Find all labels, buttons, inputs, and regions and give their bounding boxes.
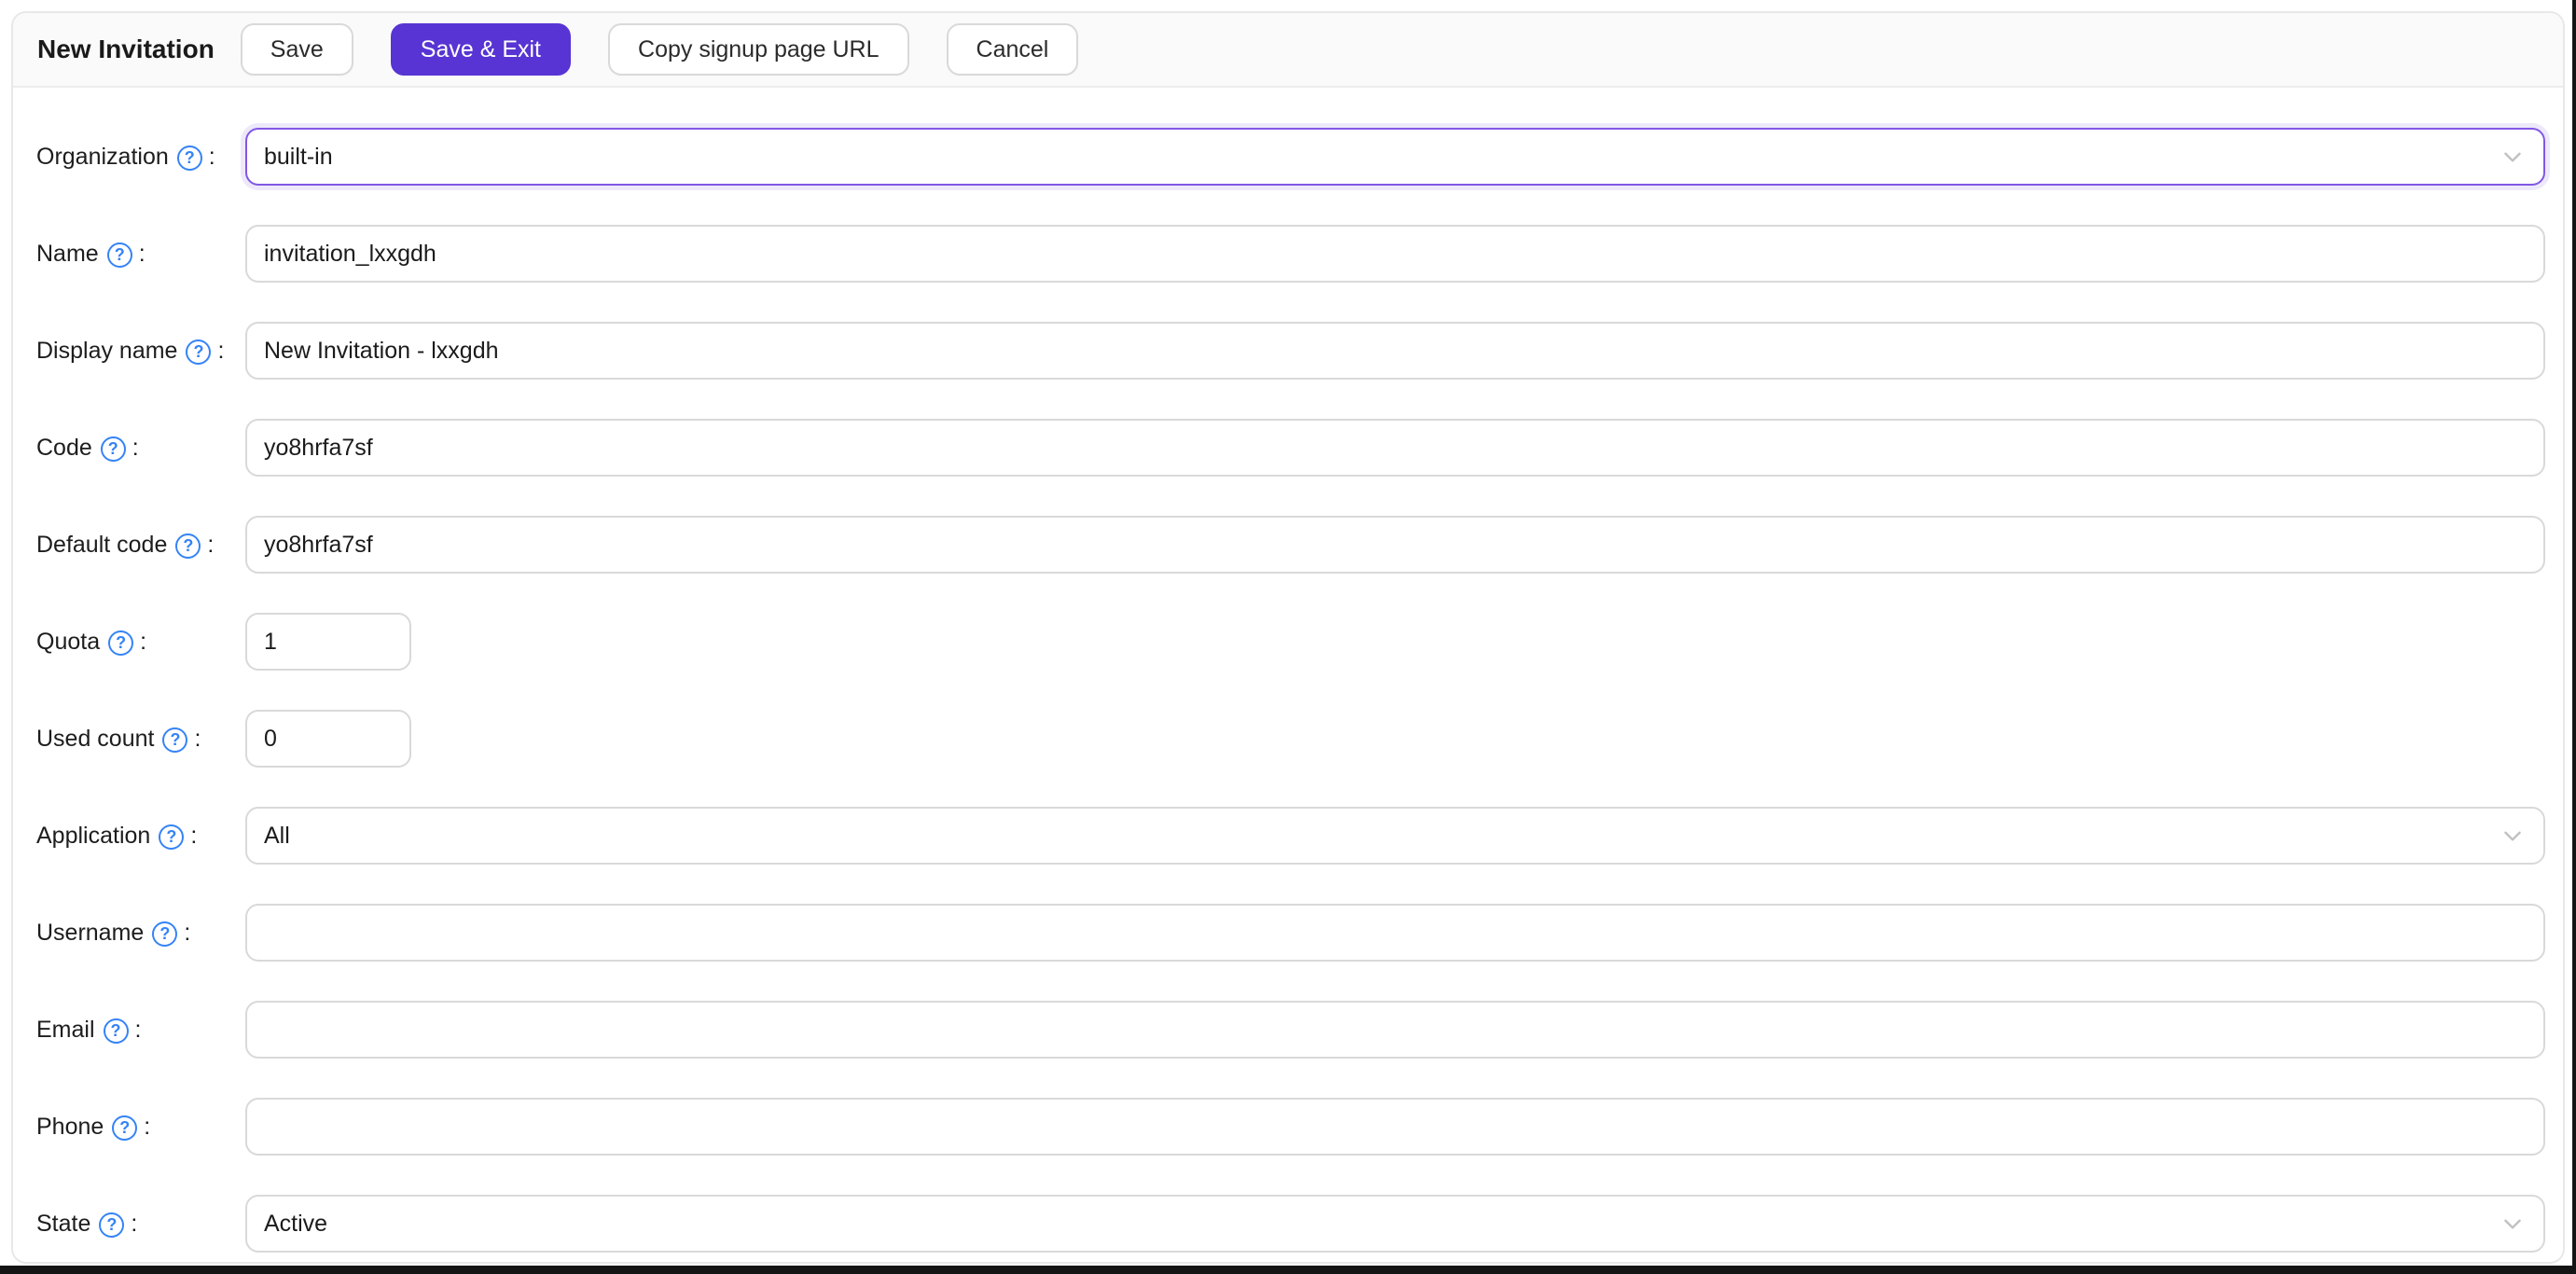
name-input[interactable] bbox=[245, 225, 2545, 283]
label-colon: : bbox=[190, 822, 198, 849]
field-row-quota: Quota ? : bbox=[13, 613, 2563, 671]
help-icon[interactable]: ? bbox=[176, 145, 202, 171]
field-row-default-code: Default code ? : bbox=[13, 516, 2563, 574]
field-label-cell: Display name ? : bbox=[36, 338, 245, 365]
field-label-cell: Username ? : bbox=[36, 920, 245, 947]
field-label-cell: Email ? : bbox=[36, 1017, 245, 1044]
field-row-display-name: Display name ? : bbox=[13, 322, 2563, 380]
field-label-cell: Used count ? : bbox=[36, 726, 245, 753]
label-colon: : bbox=[132, 434, 139, 461]
chevron-down-icon bbox=[2500, 1212, 2525, 1236]
field-label-cell: Name ? : bbox=[36, 241, 245, 268]
organization-select[interactable]: built-in bbox=[245, 128, 2545, 186]
field-label-cell: Phone ? : bbox=[36, 1114, 245, 1141]
state-select-value: Active bbox=[264, 1210, 328, 1237]
help-icon[interactable]: ? bbox=[106, 242, 132, 268]
field-row-organization: Organization ? : built-in bbox=[13, 128, 2563, 186]
field-label: Quota bbox=[36, 628, 101, 655]
help-icon[interactable]: ? bbox=[175, 533, 201, 559]
field-label: Used count bbox=[36, 725, 155, 752]
field-row-username: Username ? : bbox=[13, 904, 2563, 962]
help-icon[interactable]: ? bbox=[159, 824, 185, 850]
invitation-form: Organization ? : built-in Name ? : invit… bbox=[13, 88, 2563, 1253]
toolbar: New Invitation Save Save & Exit Copy sig… bbox=[13, 13, 2563, 88]
field-row-state: State ? : Active bbox=[13, 1195, 2563, 1253]
label-colon: : bbox=[194, 725, 201, 752]
help-icon[interactable]: ? bbox=[112, 1115, 138, 1141]
field-row-email: Email ? : bbox=[13, 1001, 2563, 1059]
email-input[interactable] bbox=[245, 1001, 2545, 1059]
help-icon[interactable]: ? bbox=[162, 727, 188, 753]
field-row-used-count: Used count ? : bbox=[13, 710, 2563, 768]
code-input[interactable] bbox=[245, 419, 2545, 477]
save-button[interactable]: Save bbox=[240, 23, 353, 76]
cancel-button[interactable]: Cancel bbox=[946, 23, 1079, 76]
field-row-name: Name ? : bbox=[13, 225, 2563, 283]
save-and-exit-button[interactable]: Save & Exit bbox=[390, 23, 572, 76]
field-label-cell: Organization ? : bbox=[36, 144, 245, 171]
field-label: Default code bbox=[36, 531, 168, 558]
copy-signup-url-button[interactable]: Copy signup page URL bbox=[608, 23, 909, 76]
help-icon[interactable]: ? bbox=[103, 1018, 129, 1044]
chevron-down-icon bbox=[2500, 824, 2525, 848]
chevron-down-icon bbox=[2500, 145, 2525, 169]
field-label-cell: Code ? : bbox=[36, 435, 245, 462]
field-row-code: Code ? : bbox=[13, 419, 2563, 477]
organization-select-value: built-in bbox=[264, 143, 333, 170]
label-colon: : bbox=[134, 1016, 142, 1043]
help-icon[interactable]: ? bbox=[186, 339, 212, 365]
window-edge-bottom bbox=[0, 1266, 2576, 1274]
invitation-edit-card: New Invitation Save Save & Exit Copy sig… bbox=[11, 11, 2565, 1264]
default-code-input[interactable] bbox=[245, 516, 2545, 574]
label-colon: : bbox=[217, 337, 225, 364]
application-select-value: All bbox=[264, 822, 290, 849]
help-icon[interactable]: ? bbox=[152, 921, 178, 947]
display-name-input[interactable] bbox=[245, 322, 2545, 380]
field-row-phone: Phone ? : bbox=[13, 1098, 2563, 1156]
label-colon: : bbox=[131, 1210, 138, 1237]
quota-input[interactable] bbox=[245, 613, 411, 671]
field-label-cell: Default code ? : bbox=[36, 532, 245, 559]
field-label-cell: Application ? : bbox=[36, 823, 245, 850]
state-select[interactable]: Active bbox=[245, 1195, 2545, 1253]
field-label: Code bbox=[36, 434, 92, 461]
field-row-application: Application ? : All bbox=[13, 807, 2563, 865]
label-colon: : bbox=[144, 1113, 151, 1140]
field-label-cell: Quota ? : bbox=[36, 629, 245, 656]
help-icon[interactable]: ? bbox=[108, 630, 134, 656]
field-label: Organization bbox=[36, 143, 169, 170]
phone-input[interactable] bbox=[245, 1098, 2545, 1156]
field-label: Username bbox=[36, 919, 145, 946]
application-select[interactable]: All bbox=[245, 807, 2545, 865]
field-label: Email bbox=[36, 1016, 95, 1043]
label-colon: : bbox=[140, 628, 147, 655]
field-label: State bbox=[36, 1210, 91, 1237]
field-label-cell: State ? : bbox=[36, 1211, 245, 1238]
window-edge-right bbox=[2572, 0, 2576, 1274]
help-icon[interactable]: ? bbox=[99, 1212, 125, 1238]
label-colon: : bbox=[138, 240, 145, 267]
field-label: Name bbox=[36, 240, 99, 267]
label-colon: : bbox=[184, 919, 191, 946]
label-colon: : bbox=[208, 143, 215, 170]
app-viewport: New Invitation Save Save & Exit Copy sig… bbox=[0, 0, 2576, 1274]
field-label: Application bbox=[36, 822, 151, 849]
page-title: New Invitation bbox=[37, 35, 215, 63]
field-label: Display name bbox=[36, 337, 178, 364]
label-colon: : bbox=[207, 531, 215, 558]
username-input[interactable] bbox=[245, 904, 2545, 962]
help-icon[interactable]: ? bbox=[100, 436, 126, 462]
used-count-input[interactable] bbox=[245, 710, 411, 768]
field-label: Phone bbox=[36, 1113, 104, 1140]
